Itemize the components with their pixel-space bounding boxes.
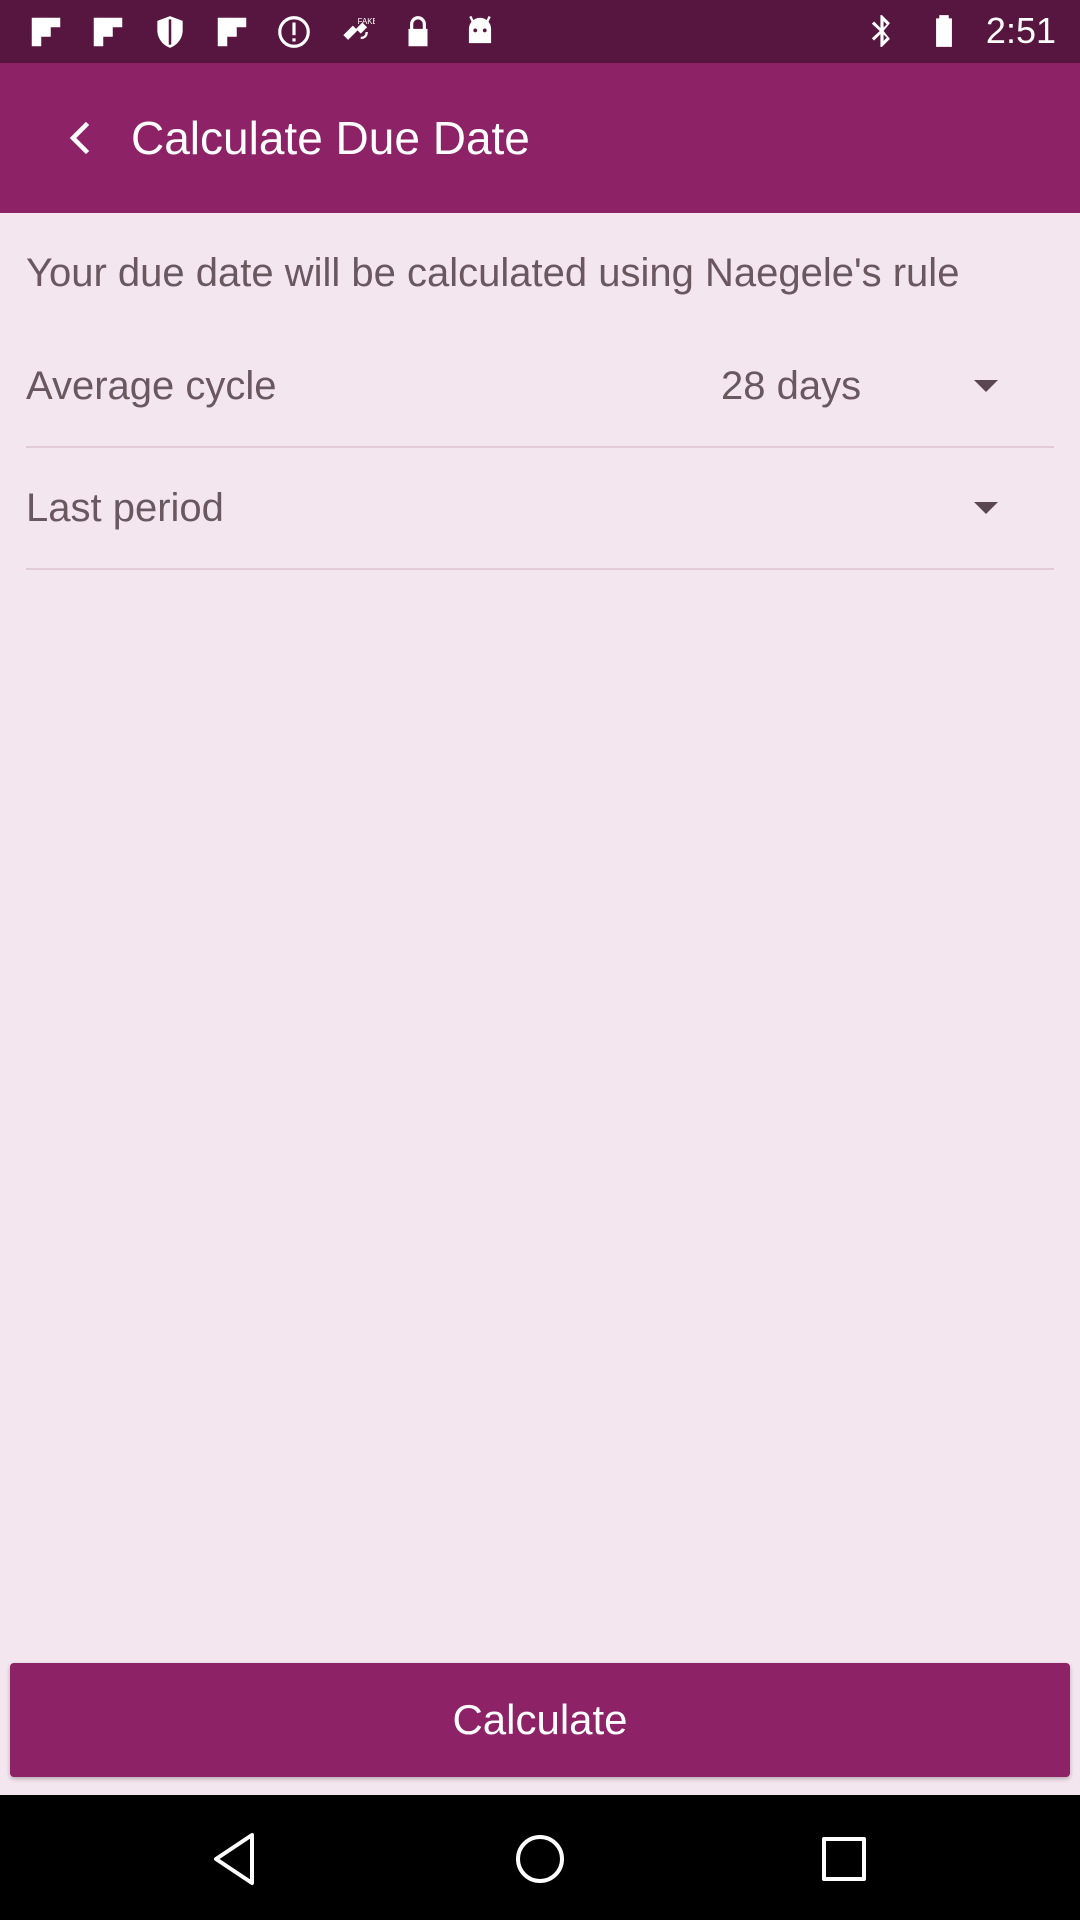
chevron-left-icon [69,121,90,155]
svg-text:FAKE: FAKE [358,17,375,26]
nav-back-button[interactable] [204,1827,268,1891]
lock-icon [398,12,438,52]
page-title: Calculate Due Date [131,112,530,164]
last-period-dropdown[interactable]: Last period [26,448,1054,570]
status-left-icons: FAKE [26,12,500,52]
last-period-label: Last period [26,486,224,530]
average-cycle-dropdown[interactable]: Average cycle 28 days [26,326,1054,448]
flipboard-icon [26,12,66,52]
fake-gps-icon: FAKE [336,12,376,52]
navigation-bar [0,1795,1080,1920]
average-cycle-value: 28 days [721,364,862,408]
battery-icon [924,11,964,51]
flipboard-icon [212,12,252,52]
app-bar: Calculate Due Date [0,63,1080,213]
calculate-button[interactable]: Calculate [10,1663,1070,1777]
bluetooth-icon [862,11,902,51]
dropdown-arrow-icon [966,366,1006,406]
back-button[interactable] [40,98,120,178]
status-bar: FAKE 2:51 [0,0,1080,63]
average-cycle-label: Average cycle [26,364,277,408]
nav-recents-button[interactable] [812,1827,876,1891]
shield-icon [150,12,190,52]
android-icon [460,12,500,52]
intro-text: Your due date will be calculated using N… [26,251,960,295]
status-time: 2:51 [985,10,1056,51]
data-saver-icon [274,12,314,52]
status-right-icons: 2:51 [862,10,1056,52]
square-recents-icon [822,1837,866,1881]
triangle-back-icon [214,1833,254,1885]
circle-home-icon [516,1835,564,1883]
nav-home-button[interactable] [508,1827,572,1891]
flipboard-icon [88,12,128,52]
dropdown-arrow-icon [966,488,1006,528]
